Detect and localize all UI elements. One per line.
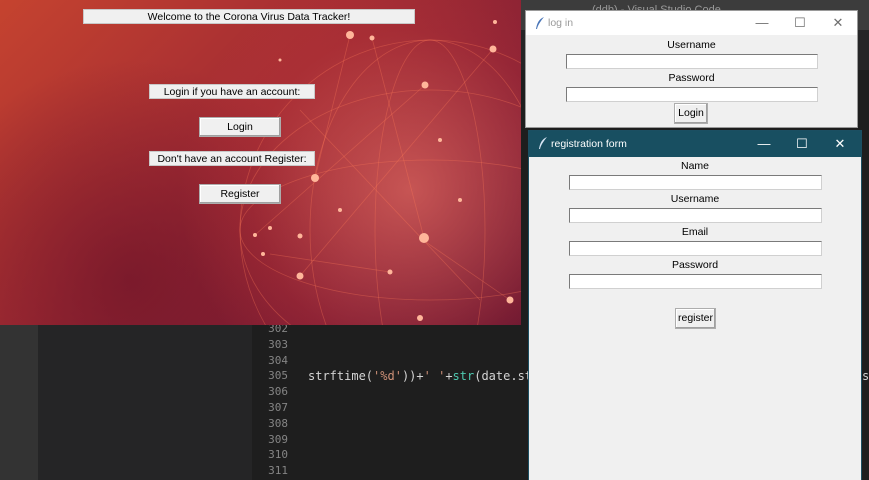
code-token: + [445, 369, 453, 383]
reg-password-input[interactable] [569, 274, 822, 289]
code-line-305[interactable]: strftime('%d'))+' '+str(date.strfti [308, 369, 561, 383]
tracker-window: Welcome to the Corona Virus Data Tracker… [0, 0, 521, 325]
code-string: '%d' [373, 369, 402, 383]
login-submit-button[interactable]: Login [674, 103, 708, 124]
line-number: 306 [268, 385, 288, 399]
minimize-button[interactable]: — [745, 131, 783, 157]
line-number: 308 [268, 416, 288, 430]
code-token: ))+ [401, 369, 424, 383]
close-button[interactable]: ✕ [821, 131, 859, 157]
feather-icon [536, 17, 544, 29]
register-prompt-label: Don't have an account Register: [149, 151, 315, 166]
feather-icon [539, 137, 547, 149]
line-number: 304 [268, 353, 288, 367]
registration-window-title: registration form [551, 138, 627, 150]
line-number: 310 [268, 448, 288, 462]
login-username-input[interactable] [566, 54, 818, 69]
code-tail: s [862, 369, 869, 383]
maximize-button[interactable]: ☐ [783, 131, 821, 157]
reg-username-input[interactable] [569, 208, 822, 223]
reg-username-label: Username [670, 193, 720, 205]
login-window-title: log in [548, 17, 574, 29]
code-string: ' ' [423, 369, 446, 383]
tracker-login-button[interactable]: Login [199, 117, 281, 137]
line-number: 309 [268, 432, 288, 446]
registration-window: registration form — ☐ ✕ Name Username Em… [528, 130, 862, 480]
line-number-gutter: 302 303 304 305 306 307 308 309 310 311 [252, 321, 292, 479]
reg-email-label: Email [681, 226, 709, 238]
tracker-register-button[interactable]: Register [199, 184, 281, 204]
minimize-button[interactable]: — [743, 11, 781, 35]
login-password-label: Password [668, 72, 715, 84]
line-number: 307 [268, 400, 288, 414]
line-number: 311 [268, 464, 288, 478]
code-function: str [452, 369, 475, 383]
line-number: 303 [268, 337, 288, 351]
login-prompt-label: Login if you have an account: [149, 84, 315, 99]
line-number: 305 [268, 369, 288, 383]
close-button[interactable]: ✕ [819, 11, 857, 35]
reg-name-label: Name [680, 160, 709, 172]
login-password-input[interactable] [566, 87, 818, 102]
register-submit-button[interactable]: register [675, 308, 716, 329]
reg-password-label: Password [671, 259, 719, 271]
code-token: strftime( [308, 369, 374, 383]
registration-titlebar[interactable]: registration form — ☐ ✕ [529, 131, 861, 157]
login-window: log in — ☐ ✕ Username Password Login [525, 10, 858, 128]
reg-name-input[interactable] [569, 175, 822, 190]
reg-email-input[interactable] [569, 241, 822, 256]
welcome-label: Welcome to the Corona Virus Data Tracker… [83, 9, 415, 24]
maximize-button[interactable]: ☐ [781, 11, 819, 35]
login-titlebar[interactable]: log in — ☐ ✕ [526, 11, 857, 35]
login-username-label: Username [667, 39, 716, 51]
